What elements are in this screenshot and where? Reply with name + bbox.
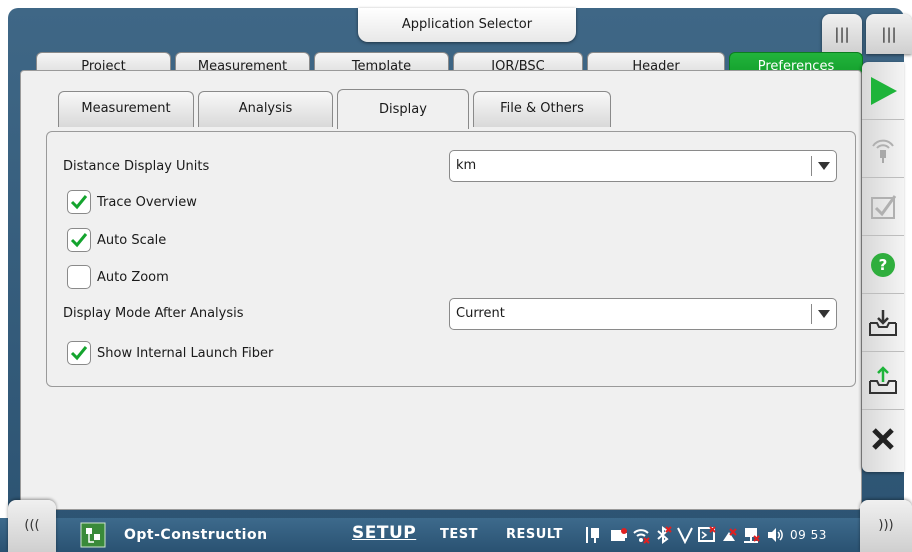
trace-overview-checkbox[interactable] [67, 190, 91, 214]
test-tab[interactable]: TEST [440, 527, 478, 542]
show-launch-fiber-label: Show Internal Launch Fiber [97, 345, 274, 361]
v-icon [677, 527, 693, 544]
battery-icon [611, 528, 627, 541]
auto-zoom-checkbox[interactable] [67, 265, 91, 289]
chevron-down-icon [818, 162, 830, 170]
checklist-button[interactable] [862, 178, 904, 236]
sub-tab-bar: Measurement Analysis Display File & Othe… [58, 89, 611, 131]
checkmark-icon [70, 195, 88, 210]
show-launch-fiber-row[interactable]: Show Internal Launch Fiber [67, 341, 273, 365]
distance-units-select[interactable]: km [449, 150, 837, 182]
save-button[interactable] [862, 294, 904, 352]
subtab-analysis-label: Analysis [238, 101, 293, 116]
menu-handle-right[interactable]: ||| [866, 14, 912, 54]
display-mode-label: Display Mode After Analysis [63, 306, 244, 321]
nav-back-icon: ((( [24, 518, 40, 533]
auto-scale-checkbox[interactable] [67, 228, 91, 252]
select-divider [811, 156, 812, 176]
auto-scale-label: Auto Scale [97, 232, 167, 248]
load-icon [869, 365, 897, 394]
subtab-measurement[interactable]: Measurement [58, 91, 194, 127]
menu-handle-left-icon: ||| [834, 25, 850, 43]
display-mode-select[interactable]: Current [449, 298, 837, 330]
speaker-icon [768, 528, 783, 542]
subtab-measurement-label: Measurement [81, 101, 171, 116]
chevron-down-icon [818, 310, 830, 318]
bluetooth-icon [657, 526, 672, 544]
auto-zoom-row[interactable]: Auto Zoom [67, 265, 169, 289]
probe-icon [872, 139, 894, 163]
setup-tab[interactable]: SETUP [352, 523, 416, 543]
application-selector-button[interactable]: Application Selector [358, 8, 576, 42]
terminal-icon [698, 526, 716, 542]
subtab-display-label: Display [379, 102, 427, 117]
app-icon [80, 522, 106, 548]
help-button[interactable]: ? [862, 236, 904, 294]
application-selector-label: Application Selector [401, 17, 533, 32]
checklist-icon [871, 194, 897, 219]
svg-text:?: ? [879, 256, 888, 274]
load-button[interactable] [862, 352, 904, 410]
result-tab[interactable]: RESULT [506, 527, 563, 542]
probe-button[interactable] [862, 120, 904, 178]
close-button[interactable] [862, 410, 904, 468]
display-mode-value: Current [456, 306, 505, 321]
auto-zoom-label: Auto Zoom [97, 269, 169, 285]
preferences-panel: Measurement Analysis Display File & Othe… [20, 70, 862, 510]
play-icon [871, 76, 897, 105]
distance-units-value: km [456, 158, 477, 173]
power-plug-icon [586, 527, 599, 543]
menu-handle-right-icon: ||| [881, 25, 897, 43]
display-settings-box: Distance Display Units km Trace Overview… [46, 131, 856, 387]
start-button[interactable] [862, 62, 904, 120]
nav-forward-icon: ))) [878, 518, 894, 533]
status-bar: Opt-Construction SETUP TEST RESULT 09 53 [0, 518, 912, 552]
auto-scale-row[interactable]: Auto Scale [67, 228, 166, 252]
subtab-display[interactable]: Display [337, 89, 469, 129]
wifi-icon [633, 529, 650, 544]
trace-overview-row[interactable]: Trace Overview [67, 190, 197, 214]
app-name: Opt-Construction [124, 527, 268, 543]
nav-back-handle[interactable]: ((( [8, 500, 56, 552]
trace-overview-label: Trace Overview [97, 194, 197, 210]
distance-units-label: Distance Display Units [63, 159, 210, 174]
help-icon: ? [871, 252, 895, 277]
network-icon [744, 528, 760, 543]
show-launch-fiber-checkbox[interactable] [67, 341, 91, 365]
satellite-icon [723, 528, 737, 541]
menu-handle-left[interactable]: ||| [822, 14, 862, 54]
side-toolbar: ? [862, 62, 904, 472]
subtab-file-others-label: File & Others [500, 101, 584, 116]
checkmark-icon [70, 233, 88, 248]
subtab-file-others[interactable]: File & Others [473, 91, 611, 127]
checkmark-icon [70, 346, 88, 361]
close-icon [872, 428, 894, 450]
save-icon [869, 309, 897, 336]
clock: 09 53 [790, 528, 827, 542]
subtab-analysis[interactable]: Analysis [198, 91, 333, 127]
nav-forward-handle[interactable]: ))) [860, 500, 912, 552]
select-divider [811, 304, 812, 324]
